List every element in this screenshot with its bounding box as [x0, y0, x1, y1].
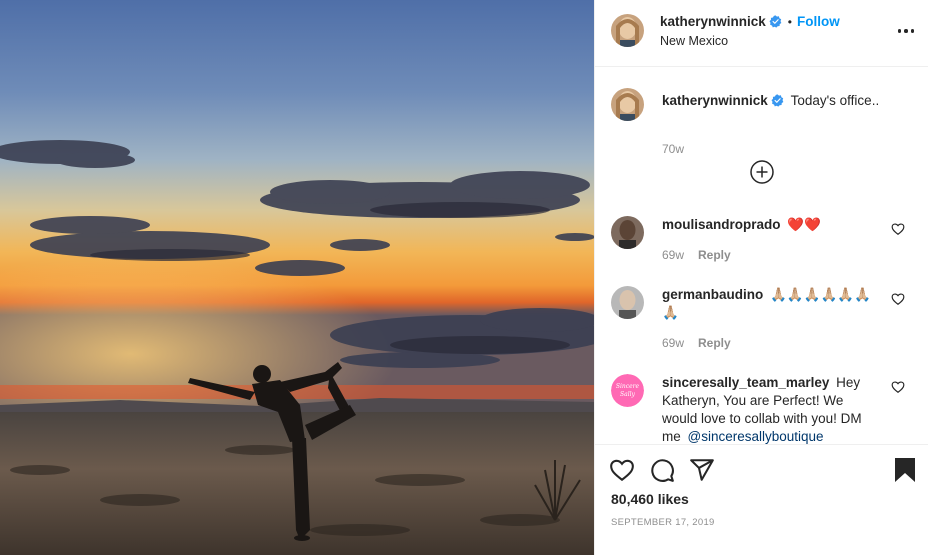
caption-text: Today's office.. — [790, 93, 880, 108]
verified-badge-icon — [769, 15, 782, 28]
comment-text-block: sinceresally_team_marley Hey Katheryn, Y… — [662, 374, 877, 444]
load-more-plus-icon[interactable] — [750, 160, 774, 184]
reply-button[interactable]: Reply — [698, 248, 731, 262]
post-image[interactable] — [0, 0, 594, 555]
more-options-icon[interactable] — [897, 22, 915, 40]
share-icon[interactable] — [689, 457, 715, 483]
heart-icon[interactable] — [891, 292, 905, 306]
author-avatar[interactable] — [611, 14, 644, 47]
comment-username[interactable]: sinceresally_team_marley — [662, 375, 829, 390]
comment-time[interactable]: 69w — [662, 336, 684, 350]
comment-text: ❤️❤️ — [787, 217, 821, 232]
heart-icon[interactable] — [609, 457, 635, 483]
comment-meta: 69w Reply — [662, 248, 731, 262]
comment-username[interactable]: moulisandroprado — [662, 217, 781, 232]
commenter-avatar[interactable] — [611, 286, 644, 319]
comment-username[interactable]: germanbaudino — [662, 287, 763, 302]
reply-button[interactable]: Reply — [698, 336, 731, 350]
comment-icon[interactable] — [649, 457, 675, 483]
commenter-avatar[interactable] — [611, 216, 644, 249]
commenter-avatar[interactable]: Sincere Sally — [611, 374, 644, 407]
comment-meta: 69w Reply — [662, 336, 731, 350]
likes-count[interactable]: 80,460 likes — [611, 491, 689, 507]
separator-dot: • — [787, 14, 792, 29]
post-date[interactable]: SEPTEMBER 17, 2019 — [611, 517, 715, 528]
comments-section[interactable]: katherynwinnick Today's office.. 70w mou… — [595, 68, 928, 444]
caption-username[interactable]: katherynwinnick — [662, 93, 768, 108]
sunset-yoga-photo — [0, 0, 594, 555]
comment-time[interactable]: 69w — [662, 248, 684, 262]
comment-mention-link[interactable]: @sinceresallyboutique — [688, 429, 824, 444]
follow-button[interactable]: Follow — [797, 14, 840, 29]
verified-badge-icon — [771, 94, 784, 107]
heart-icon[interactable] — [891, 222, 905, 236]
post-location[interactable]: New Mexico — [660, 34, 728, 48]
comment-text-block: moulisandroprado ❤️❤️ — [662, 216, 877, 234]
heart-icon[interactable] — [891, 380, 905, 394]
bookmark-icon[interactable] — [893, 457, 917, 483]
post-header: katherynwinnick • Follow New Mexico — [595, 0, 928, 67]
author-row: katherynwinnick • Follow — [660, 14, 840, 29]
caption-text-block: katherynwinnick Today's office.. — [662, 92, 912, 110]
brand-avatar-line1: Sincere — [616, 383, 640, 390]
action-icons — [609, 457, 715, 483]
brand-avatar-line2: Sally — [620, 391, 636, 398]
caption-avatar[interactable] — [611, 88, 644, 121]
author-username[interactable]: katherynwinnick — [660, 14, 766, 29]
post-actions: 80,460 likes SEPTEMBER 17, 2019 — [595, 444, 928, 555]
comment-text-block: germanbaudino 🙏🏼🙏🏼🙏🏼🙏🏼🙏🏼🙏🏼🙏🏼 — [662, 286, 877, 322]
caption-time[interactable]: 70w — [662, 142, 684, 156]
post-panel: katherynwinnick • Follow New Mexico kath… — [594, 0, 928, 555]
